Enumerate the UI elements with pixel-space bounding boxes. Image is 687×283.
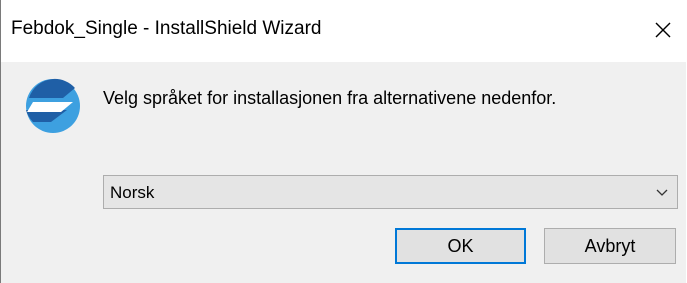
cancel-button[interactable]: Avbryt	[544, 228, 676, 264]
installshield-logo-icon	[26, 78, 80, 133]
ok-button[interactable]: OK	[395, 228, 526, 264]
window-title: Febdok_Single - InstallShield Wizard	[11, 18, 322, 39]
instruction-text: Velg språket for installasjonen fra alte…	[103, 88, 557, 108]
chevron-down-icon	[656, 189, 668, 196]
close-button[interactable]	[643, 10, 683, 50]
installshield-dialog: Febdok_Single - InstallShield Wizard Vel…	[0, 0, 687, 283]
language-select-value: Norsk	[110, 183, 155, 202]
close-icon	[655, 22, 671, 38]
language-select[interactable]: Norsk	[103, 175, 678, 209]
title-bar[interactable]: Febdok_Single - InstallShield Wizard	[1, 0, 687, 62]
